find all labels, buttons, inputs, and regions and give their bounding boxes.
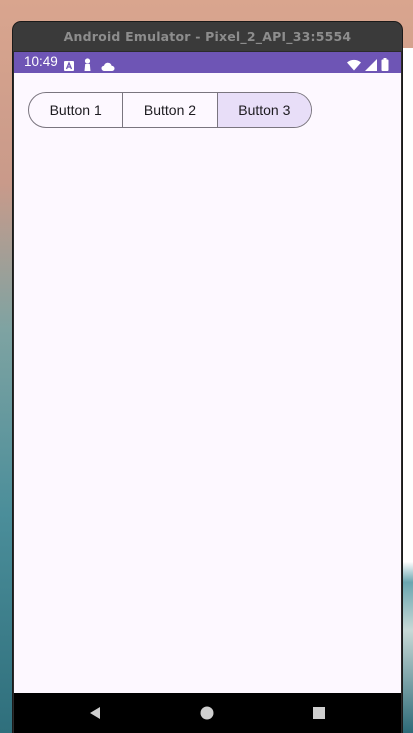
segment-label: Button 2 [143, 102, 197, 118]
window-title: Android Emulator - Pixel_2_API_33:5554 [63, 29, 352, 44]
emulator-title-bar[interactable]: Android Emulator - Pixel_2_API_33:5554 [13, 22, 402, 51]
segment-button-3[interactable]: Button 3 [217, 93, 311, 127]
desktop-background-strip [401, 48, 413, 733]
segment-button-2[interactable]: Button 2 [123, 93, 218, 127]
recents-square-icon [313, 707, 325, 719]
segmented-button-group: Button 1 Button 2 Button 3 [28, 92, 312, 128]
segment-label: Button 3 [238, 102, 291, 118]
device-screen: 10:49 Button 1 Button 2 Button 3 [14, 52, 401, 733]
back-triangle-icon [90, 707, 100, 719]
recents-button[interactable] [309, 703, 329, 723]
home-button[interactable] [197, 703, 217, 723]
navigation-bar [14, 693, 401, 733]
segment-label: Button 1 [49, 102, 102, 118]
emulator-window: Android Emulator - Pixel_2_API_33:5554 1… [13, 22, 402, 733]
app-content: Button 1 Button 2 Button 3 [14, 73, 401, 693]
status-bar: 10:49 [14, 52, 401, 73]
status-time: 10:49 [24, 54, 58, 69]
back-button[interactable] [85, 703, 105, 723]
home-circle-icon [200, 706, 214, 720]
segment-button-1[interactable]: Button 1 [29, 93, 124, 127]
